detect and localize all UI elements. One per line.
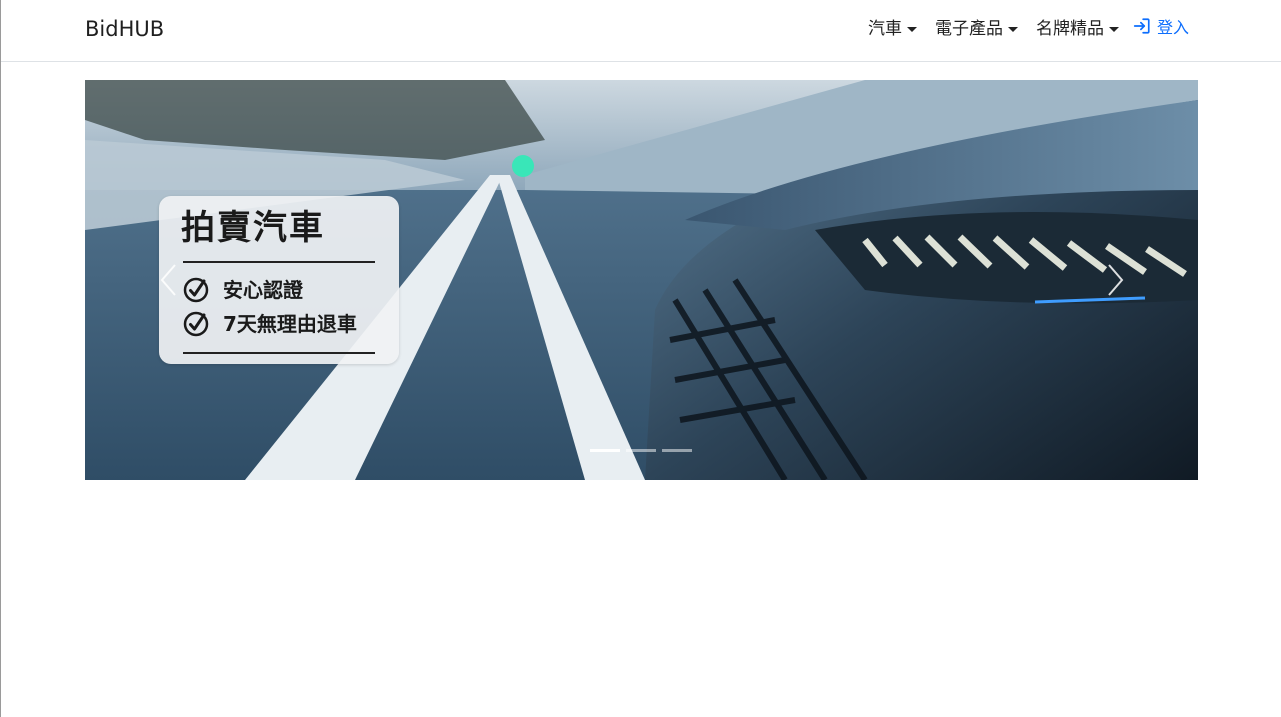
page: BidHUB 汽車 電子產品 名牌精品 登入 拍賣汽車 安心認證 7天無理由退車 [0,0,1281,717]
carousel-next-button[interactable] [1095,260,1135,300]
promo-divider [183,261,375,263]
nav-item-label: 汽車 [867,19,902,39]
chevron-right-icon [1108,264,1124,296]
carousel-prev-button[interactable] [149,260,189,300]
carousel-indicator[interactable] [626,449,656,452]
promo-title: 拍賣汽車 [181,208,325,248]
nav-menu: 汽車 電子產品 名牌精品 登入 [868,14,1189,44]
brand-logo[interactable]: BidHUB [85,15,164,43]
nav-item-electronics[interactable]: 電子產品 [935,14,1018,44]
navbar: BidHUB 汽車 電子產品 名牌精品 登入 [1,0,1281,62]
promo-feature-label: 安心認證 [223,278,303,302]
carousel-indicator[interactable] [590,449,620,452]
login-label: 登入 [1156,18,1189,37]
chevron-left-icon [160,264,176,296]
caret-down-icon [1007,27,1018,32]
nav-item-cars[interactable]: 汽車 [868,14,917,44]
login-link[interactable]: 登入 [1133,14,1189,38]
caret-down-icon [1108,27,1119,32]
promo-feature-label: 7天無理由退車 [223,312,357,336]
login-icon [1133,18,1150,34]
promo-feature: 安心認證 [183,276,303,304]
hero-carousel: 拍賣汽車 安心認證 7天無理由退車 [85,80,1198,480]
promo-feature: 7天無理由退車 [183,310,357,338]
carousel-indicator[interactable] [662,449,692,452]
promo-card: 拍賣汽車 安心認證 7天無理由退車 [159,196,399,364]
caret-down-icon [906,27,917,32]
nav-item-label: 名牌精品 [1035,19,1104,39]
nav-item-label: 電子產品 [934,19,1003,39]
promo-divider [183,352,375,354]
nav-item-luxury[interactable]: 名牌精品 [1036,14,1119,44]
check-circle-icon [183,311,209,337]
carousel-indicators [590,449,698,452]
